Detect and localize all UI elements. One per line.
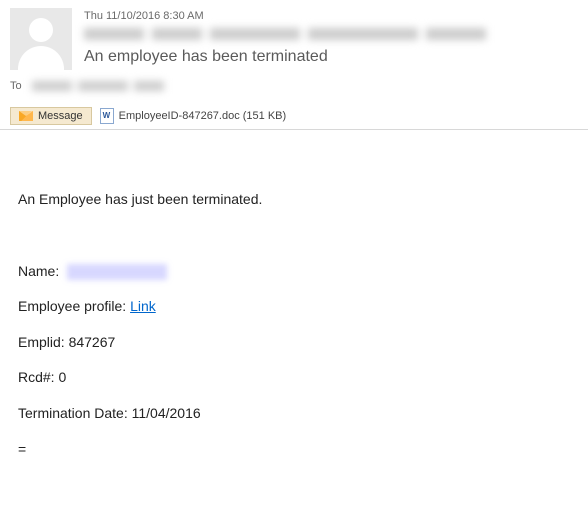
name-label: Name: xyxy=(18,263,59,279)
avatar xyxy=(10,8,72,70)
profile-link[interactable]: Link xyxy=(130,298,156,314)
sender-redacted xyxy=(84,28,578,42)
profile-label: Employee profile: xyxy=(18,298,130,314)
message-tab-label: Message xyxy=(38,110,83,122)
emplid-value: 847267 xyxy=(69,334,116,350)
to-redacted xyxy=(32,81,164,91)
header-info: Thu 11/10/2016 8:30 AM An employee has b… xyxy=(84,8,578,70)
message-tab[interactable]: Message xyxy=(10,107,92,125)
attachment-item[interactable]: EmployeeID-847267.doc (151 KB) xyxy=(100,108,287,124)
name-redacted xyxy=(67,264,167,280)
to-label: To xyxy=(10,80,22,92)
rcd-value: 0 xyxy=(58,369,66,385)
attachment-bar: Message EmployeeID-847267.doc (151 KB) xyxy=(0,102,588,130)
doc-icon xyxy=(100,108,114,124)
email-body: An Employee has just been terminated. Na… xyxy=(0,130,588,495)
footer-row: = xyxy=(18,440,570,460)
emplid-row: Emplid: 847267 xyxy=(18,333,570,353)
rcd-row: Rcd#: 0 xyxy=(18,368,570,388)
to-row: To xyxy=(0,74,588,102)
timestamp: Thu 11/10/2016 8:30 AM xyxy=(84,10,578,22)
termdate-row: Termination Date: 11/04/2016 xyxy=(18,404,570,424)
termdate-value: 11/04/2016 xyxy=(132,405,201,421)
email-header: Thu 11/10/2016 8:30 AM An employee has b… xyxy=(0,0,588,74)
body-intro: An Employee has just been terminated. xyxy=(18,190,570,210)
email-subject: An employee has been terminated xyxy=(84,48,578,66)
envelope-icon xyxy=(19,111,33,121)
attachment-filename: EmployeeID-847267.doc (151 KB) xyxy=(119,110,287,122)
name-row: Name: xyxy=(18,262,570,282)
termdate-label: Termination Date: xyxy=(18,405,132,421)
emplid-label: Emplid: xyxy=(18,334,69,350)
profile-row: Employee profile: Link xyxy=(18,297,570,317)
rcd-label: Rcd#: xyxy=(18,369,58,385)
